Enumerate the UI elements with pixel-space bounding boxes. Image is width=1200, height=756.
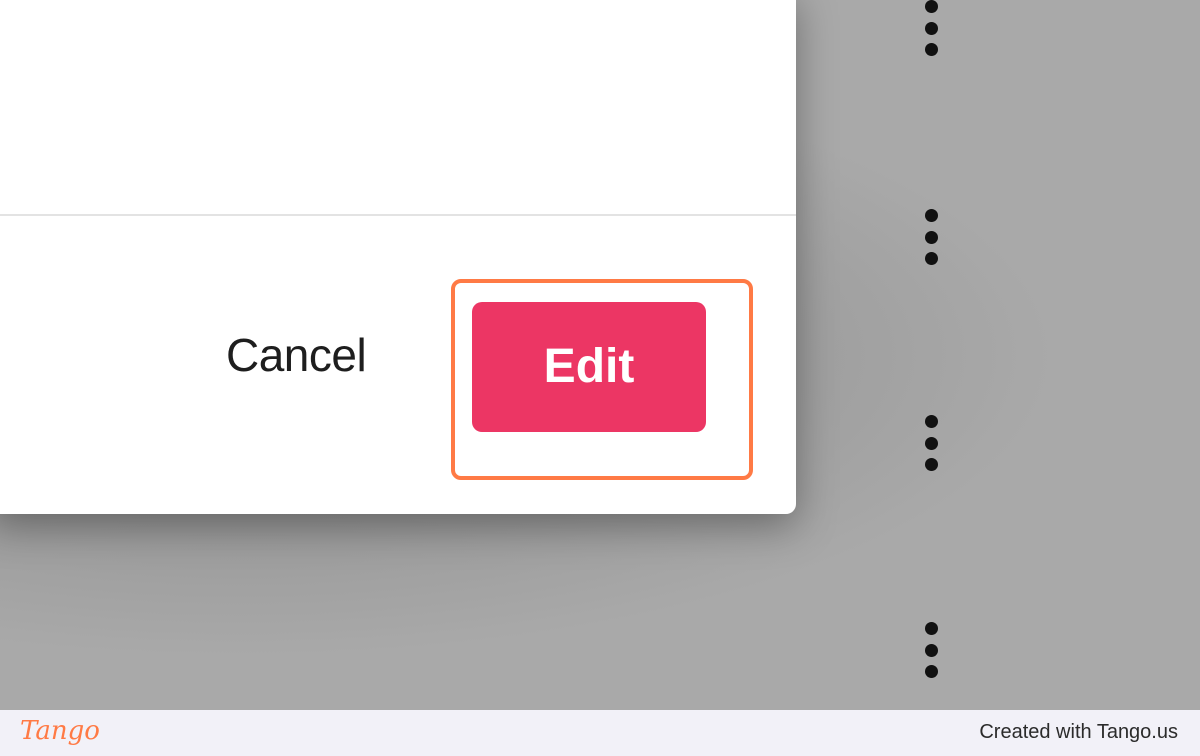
cancel-button[interactable]: Cancel (226, 320, 367, 390)
edit-button[interactable]: Edit (472, 302, 706, 432)
dot (924, 0, 938, 13)
dot (924, 622, 938, 635)
dot (924, 415, 938, 428)
dot (924, 643, 938, 657)
dot (924, 21, 938, 35)
row-menu-icon[interactable] (924, 209, 938, 265)
edit-dialog: Cancel Edit (0, 0, 796, 514)
created-with-text: Created with Tango.us (979, 721, 1178, 743)
dot (924, 665, 938, 678)
dot (924, 458, 938, 471)
tango-footer: Tango Created with Tango.us (0, 710, 1200, 756)
dot (924, 230, 938, 244)
row-menu-icon[interactable] (924, 0, 938, 56)
tango-step: Cancel Edit Tango Created with Tango.us (0, 0, 1200, 756)
dot (924, 436, 938, 450)
dot (924, 209, 938, 222)
app-screenshot: Cancel Edit (0, 0, 1200, 710)
row-menu-icon[interactable] (924, 415, 938, 471)
dialog-divider (0, 214, 796, 216)
row-menu-icon[interactable] (924, 622, 938, 678)
dot (924, 43, 938, 56)
dot (924, 252, 938, 265)
tango-logo[interactable]: Tango (20, 716, 100, 746)
